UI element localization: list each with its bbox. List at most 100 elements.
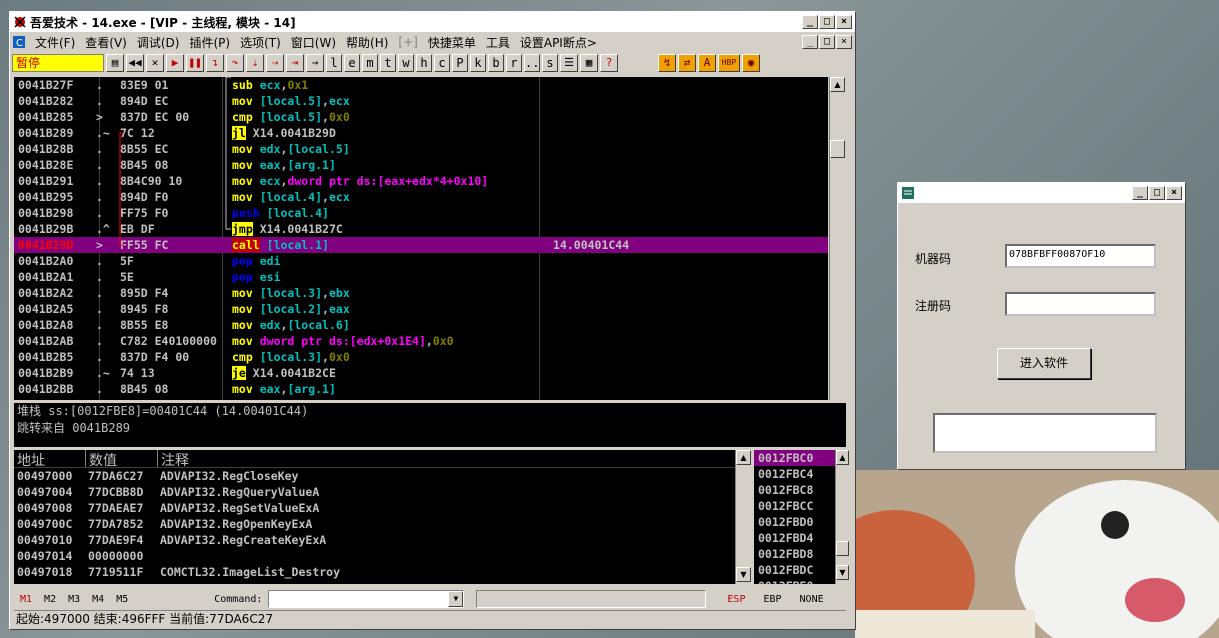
- toolbar-source-button[interactable]: s: [542, 54, 558, 72]
- disasm-row[interactable]: 0041B2B9 .~ 74 13 je X14.0041B2CE: [14, 365, 828, 381]
- dump-col-address[interactable]: 地址: [14, 450, 86, 469]
- stack-pane[interactable]: 0012FBC0 0012FBC4 0012FBC8 0012FBCC 0012FBD0…: [754, 450, 846, 584]
- scroll-up-arrow-icon[interactable]: ▲: [830, 77, 845, 92]
- dump-row[interactable]: 00497008 77DAEAE7 ADVAPI32.RegSetValueExA: [14, 500, 751, 516]
- disasm-row[interactable]: 0041B2B5. 837D F4 00 cmp [local.3],0x0: [14, 349, 828, 365]
- disasm-row[interactable]: 0041B282. 894D EC mov [local.5],ecx: [14, 93, 828, 109]
- menu-options[interactable]: 选项(T): [235, 34, 286, 51]
- stack-row[interactable]: 0012FBD4: [754, 530, 846, 546]
- disasm-row[interactable]: 0041B2A1. 5E pop esi: [14, 269, 828, 285]
- dump-scroll-up-icon[interactable]: ▲: [736, 450, 751, 465]
- stack-scroll-thumb[interactable]: [836, 541, 849, 556]
- dump-row[interactable]: 00497010 77DAE9F4 ADVAPI32.RegCreateKeyExA: [14, 532, 751, 548]
- stack-scroll-down-icon[interactable]: ▼: [836, 565, 849, 580]
- toolbar-executables-button[interactable]: e: [344, 54, 360, 72]
- maximize-button[interactable]: □: [819, 15, 835, 29]
- menu-plugins[interactable]: 插件(P): [184, 34, 235, 51]
- disasm-row[interactable]: 0041B29B .^ EB DF jmp X14.0041B27C: [14, 221, 828, 237]
- menu-help[interactable]: 帮助(H): [341, 34, 393, 51]
- open-folder-icon[interactable]: ▤: [106, 54, 124, 72]
- dump-pane[interactable]: 地址 数值 注释 00497000 77DA6C27 ADVAPI32.RegClo…: [14, 450, 751, 584]
- disasm-row[interactable]: 0041B295. 894D F0 mov [local.4],ecx: [14, 189, 828, 205]
- dialog-maximize-button[interactable]: □: [1149, 186, 1165, 200]
- disasm-row[interactable]: 0041B2A8. 8B55 E8 mov edx,[local.6]: [14, 317, 828, 333]
- dump-row[interactable]: 00497018 7719511F COMCTL32.ImageList_Destr…: [14, 564, 751, 580]
- list-icon[interactable]: ☰: [560, 54, 578, 72]
- minimize-button[interactable]: _: [802, 15, 818, 29]
- dump-scrollbar[interactable]: ▲ ▼: [735, 450, 751, 584]
- disassembly-scrollbar[interactable]: ▲: [829, 77, 845, 400]
- mdi-minimize-button[interactable]: _: [802, 35, 818, 49]
- stack-row[interactable]: 0012FBCC: [754, 498, 846, 514]
- trace-over-icon[interactable]: ⇢: [266, 54, 284, 72]
- dialog-close-button[interactable]: ×: [1166, 186, 1182, 200]
- disasm-row[interactable]: 0041B28E. 8B45 08 mov eax,[arg.1]: [14, 157, 828, 173]
- mark-m5[interactable]: M5: [110, 594, 134, 605]
- machine-code-field[interactable]: 078BFBFF0087OF10: [1005, 244, 1156, 268]
- plugin-5-icon[interactable]: ◉: [742, 54, 760, 72]
- dialog-message-field[interactable]: [933, 413, 1157, 453]
- dump-col-comment[interactable]: 注释: [158, 450, 751, 469]
- toolbar-windows-button[interactable]: w: [398, 54, 414, 72]
- toolbar-runtrace-button[interactable]: ...: [524, 54, 547, 72]
- mdi-close-button[interactable]: ×: [836, 35, 852, 49]
- execute-till-return-icon[interactable]: ⇥: [286, 54, 304, 72]
- reg-none[interactable]: NONE: [791, 594, 833, 605]
- run-icon[interactable]: ▶: [166, 54, 184, 72]
- plugin-3-icon[interactable]: A: [698, 54, 716, 72]
- dump-row[interactable]: 00497004 77DCBB8D ADVAPI32.RegQueryValueA: [14, 484, 751, 500]
- toolbar-patches-button[interactable]: P: [452, 54, 468, 72]
- dump-row[interactable]: 00497014 00000000: [14, 548, 751, 564]
- help-icon[interactable]: ?: [600, 54, 618, 72]
- disassembly-pane[interactable]: 0041B27F. 83E9 01 sub ecx,0x1 0041B282. 894D…: [14, 77, 828, 400]
- disasm-row[interactable]: 0041B2A2. 895D F4 mov [local.3],ebx: [14, 285, 828, 301]
- reg-code-field[interactable]: [1005, 292, 1156, 316]
- dialog-minimize-button[interactable]: _: [1132, 186, 1148, 200]
- goto-icon[interactable]: →: [306, 54, 324, 72]
- disasm-row[interactable]: 0041B285 >837D EC 00 cmp [local.5],0x0: [14, 109, 828, 125]
- mdi-restore-button[interactable]: □: [819, 35, 835, 49]
- toolbar-references-button[interactable]: r: [506, 54, 522, 72]
- dump-row[interactable]: 00497000 77DA6C27 ADVAPI32.RegCloseKey: [14, 468, 751, 484]
- disasm-row[interactable]: 0041B2AB. C782 E40100000 mov dword ptr ds:…: [14, 333, 828, 349]
- toolbar-log-button[interactable]: l: [326, 54, 342, 72]
- debugger-titlebar[interactable]: 吾爱技术 - 14.exe - [VIP - 主线程, 模块 - 14] _ □…: [10, 12, 855, 32]
- step-over-icon[interactable]: ↷: [226, 54, 244, 72]
- close-button[interactable]: ×: [836, 15, 852, 29]
- disasm-row[interactable]: 0041B2A0. 5F pop edi: [14, 253, 828, 269]
- toolbar-cpu-button[interactable]: c: [434, 54, 450, 72]
- command-dropdown-icon[interactable]: ▼: [448, 591, 464, 607]
- disasm-row[interactable]: 0041B2BB. 8B45 08 mov eax,[arg.1]: [14, 381, 828, 397]
- disasm-row[interactable]: 0041B27F. 83E9 01 sub ecx,0x1: [14, 77, 828, 93]
- toolbar-handles-button[interactable]: h: [416, 54, 432, 72]
- mark-m1[interactable]: M1: [14, 594, 38, 605]
- menu-view[interactable]: 查看(V): [80, 34, 132, 51]
- plugin-1-icon[interactable]: ↯: [658, 54, 676, 72]
- toolbar-breakpoints-button[interactable]: b: [488, 54, 504, 72]
- stack-row[interactable]: 0012FBC0: [754, 450, 846, 466]
- mark-m2[interactable]: M2: [38, 594, 62, 605]
- menu-file[interactable]: 文件(F): [30, 34, 80, 51]
- menu-tools[interactable]: 工具: [481, 34, 515, 51]
- disasm-row[interactable]: 0041B2A5. 8945 F8 mov [local.2],eax: [14, 301, 828, 317]
- reg-ebp[interactable]: EBP: [754, 594, 790, 605]
- stack-scroll-up-icon[interactable]: ▲: [836, 450, 849, 465]
- menu-api-breakpoints[interactable]: 设置API断点>: [515, 34, 602, 51]
- stack-row[interactable]: 0012FBDC: [754, 562, 846, 578]
- disasm-row[interactable]: 0041B29D > FF55 FC call [local.1] 14.00401C4…: [14, 237, 828, 253]
- mark-m4[interactable]: M4: [86, 594, 110, 605]
- mark-m3[interactable]: M3: [62, 594, 86, 605]
- menu-expand[interactable]: [+]: [393, 35, 422, 49]
- toolbar-memory-button[interactable]: m: [362, 54, 378, 72]
- disasm-row[interactable]: 0041B298. FF75 F0 push [local.4]: [14, 205, 828, 221]
- dump-col-value[interactable]: 数值: [86, 450, 158, 469]
- stack-row[interactable]: 0012FBE0: [754, 578, 846, 584]
- plugin-2-icon[interactable]: ⇄: [678, 54, 696, 72]
- step-into-icon[interactable]: ↴: [206, 54, 224, 72]
- dump-row[interactable]: 0049700C 77DA7852 ADVAPI32.RegOpenKeyExA: [14, 516, 751, 532]
- stack-row[interactable]: 0012FBD0: [754, 514, 846, 530]
- stack-row[interactable]: 0012FBC4: [754, 466, 846, 482]
- grid-icon[interactable]: ▦: [580, 54, 598, 72]
- dump-scroll-down-icon[interactable]: ▼: [736, 567, 751, 582]
- disasm-row[interactable]: 0041B289 .~ 7C 12 jl X14.0041B29D: [14, 125, 828, 141]
